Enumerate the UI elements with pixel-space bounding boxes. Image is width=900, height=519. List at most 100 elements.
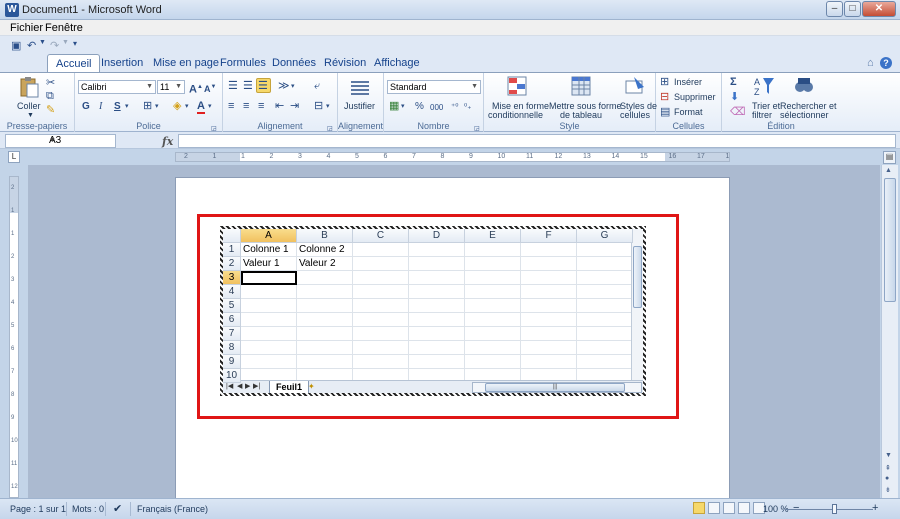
- fill-icon[interactable]: ⬇: [730, 91, 739, 103]
- font-name-combo[interactable]: Calibri ▼: [78, 80, 156, 94]
- thousands-icon[interactable]: 000: [430, 102, 443, 114]
- minimize-ribbon-icon[interactable]: ⌂: [867, 57, 874, 69]
- word-count[interactable]: Mots : 0: [72, 504, 104, 514]
- tab-affichage[interactable]: Affichage: [374, 57, 420, 69]
- web-layout-view-button[interactable]: [723, 502, 735, 514]
- underline-icon[interactable]: S: [114, 101, 121, 113]
- align-top-icon[interactable]: ☰: [228, 80, 238, 92]
- name-box[interactable]: A3 ▼: [5, 134, 116, 148]
- borders-icon[interactable]: ⊞: [143, 100, 152, 112]
- word-app-icon[interactable]: W: [5, 3, 19, 17]
- tab-revision[interactable]: Révision: [324, 57, 366, 69]
- align-left-icon[interactable]: ≡: [228, 100, 234, 112]
- format-cells-icon[interactable]: ▤: [660, 106, 670, 118]
- align-middle-icon[interactable]: ☰: [243, 80, 253, 92]
- currency-dropdown-icon[interactable]: ▾: [401, 101, 405, 113]
- increase-decimal-icon[interactable]: ⁺⁰: [451, 101, 458, 113]
- print-layout-view-button[interactable]: [693, 502, 705, 514]
- menu-fenetre[interactable]: Fenêtre: [45, 22, 83, 34]
- menu-fichier[interactable]: Fichier: [10, 22, 43, 34]
- delete-cells-button[interactable]: Supprimer: [674, 92, 716, 102]
- paste-icon[interactable]: [18, 76, 40, 98]
- cell-styles-label-2[interactable]: cellules: [620, 110, 650, 120]
- close-button[interactable]: ✕: [862, 1, 896, 17]
- cell-styles-icon[interactable]: [624, 75, 646, 97]
- redo-dropdown-icon[interactable]: ▼: [62, 39, 69, 46]
- tab-mise-en-page[interactable]: Mise en page: [153, 57, 219, 69]
- page-count[interactable]: Page : 1 sur 1: [10, 504, 66, 514]
- increase-indent-icon[interactable]: ⇥: [290, 100, 299, 112]
- horizontal-ruler[interactable]: 21123456789101112131415161718: [175, 152, 730, 162]
- insert-cells-icon[interactable]: ⊞: [660, 76, 669, 88]
- italic-icon[interactable]: I: [99, 101, 102, 113]
- undo-icon[interactable]: ↶: [27, 39, 36, 52]
- paste-dropdown-icon[interactable]: ▼: [27, 111, 34, 121]
- decrease-indent-icon[interactable]: ⇤: [275, 100, 284, 112]
- outline-view-button[interactable]: [738, 502, 750, 514]
- merge-center-icon[interactable]: ⊟: [314, 100, 323, 112]
- align-center-icon[interactable]: ≡: [243, 100, 249, 112]
- format-cells-button[interactable]: Format: [674, 107, 703, 117]
- conditional-format-icon[interactable]: [506, 75, 528, 97]
- view-ruler-icon[interactable]: ▤: [883, 151, 896, 164]
- sort-filter-icon[interactable]: AZ: [753, 75, 775, 97]
- zoom-in-button[interactable]: +: [872, 502, 878, 514]
- orientation-dropdown-icon[interactable]: ▾: [291, 81, 295, 93]
- merge-dropdown-icon[interactable]: ▾: [326, 101, 330, 113]
- next-page-icon[interactable]: ⇟: [885, 486, 891, 494]
- grow-font-icon[interactable]: A▲: [189, 81, 203, 96]
- language-indicator[interactable]: Français (France): [137, 504, 208, 514]
- font-color-icon[interactable]: A: [197, 100, 205, 114]
- underline-dropdown-icon[interactable]: ▾: [125, 101, 129, 113]
- undo-dropdown-icon[interactable]: ▼: [39, 39, 46, 46]
- vertical-ruler[interactable]: 2 1 1 2 3 4 5 6 7 8 9 10 11 12: [9, 176, 19, 498]
- tab-selector-icon[interactable]: L: [8, 151, 20, 163]
- full-screen-reading-button[interactable]: [708, 502, 720, 514]
- paste-button[interactable]: Coller: [17, 101, 41, 111]
- delete-cells-icon[interactable]: ⊟: [660, 91, 669, 103]
- scroll-up-icon[interactable]: ▲: [885, 167, 892, 174]
- font-size-combo[interactable]: 11 ▼: [157, 80, 185, 94]
- find-select-label-2[interactable]: sélectionner: [780, 110, 829, 120]
- format-painter-icon[interactable]: ✎: [46, 104, 55, 116]
- percent-icon[interactable]: %: [415, 101, 424, 113]
- format-as-table-label-2[interactable]: de tableau: [560, 110, 602, 120]
- maximize-button[interactable]: □: [844, 1, 861, 17]
- zoom-slider[interactable]: [785, 509, 873, 510]
- cut-icon[interactable]: ✂: [46, 77, 55, 89]
- justify-button[interactable]: Justifier: [344, 101, 375, 111]
- vertical-scrollbar[interactable]: ▲ ▼ ⇞ ● ⇟: [881, 165, 898, 498]
- align-right-icon[interactable]: ≡: [258, 100, 264, 112]
- insert-cells-button[interactable]: Insérer: [674, 77, 702, 87]
- decrease-decimal-icon[interactable]: ⁰₊: [464, 101, 471, 113]
- formula-input[interactable]: [178, 134, 896, 148]
- scroll-thumb[interactable]: [884, 178, 896, 302]
- sort-filter-label-2[interactable]: filtrer: [752, 110, 772, 120]
- tab-accueil[interactable]: Accueil: [47, 54, 101, 73]
- save-icon[interactable]: ▣: [11, 39, 21, 52]
- fill-color-icon[interactable]: ◈: [173, 100, 181, 112]
- find-select-icon[interactable]: [793, 75, 815, 97]
- copy-icon[interactable]: ⧉: [46, 90, 54, 102]
- proofing-icon[interactable]: ✔: [113, 502, 122, 515]
- format-as-table-icon[interactable]: [570, 75, 592, 97]
- tab-formules[interactable]: Formules: [220, 57, 266, 69]
- minimize-button[interactable]: –: [826, 1, 843, 17]
- font-color-dropdown-icon[interactable]: ▾: [208, 101, 212, 113]
- zoom-slider-thumb[interactable]: [832, 504, 837, 514]
- previous-page-icon[interactable]: ⇞: [885, 464, 891, 472]
- currency-icon[interactable]: ▦: [389, 100, 399, 112]
- redo-icon[interactable]: ↷: [50, 39, 59, 52]
- browse-object-icon[interactable]: ●: [885, 475, 889, 482]
- help-icon[interactable]: ?: [880, 57, 892, 69]
- justify-icon[interactable]: [349, 78, 371, 100]
- clear-icon[interactable]: ⌫: [730, 106, 746, 118]
- borders-dropdown-icon[interactable]: ▾: [155, 101, 159, 113]
- wrap-text-icon[interactable]: ⤶: [314, 80, 320, 92]
- tab-donnees[interactable]: Données: [272, 57, 316, 69]
- autosum-icon[interactable]: Σ: [730, 76, 737, 88]
- tab-insertion[interactable]: Insertion: [101, 57, 143, 69]
- insert-function-icon[interactable]: fx: [162, 135, 173, 148]
- number-format-combo[interactable]: Standard ▼: [387, 80, 481, 94]
- orientation-icon[interactable]: ≫: [278, 80, 290, 92]
